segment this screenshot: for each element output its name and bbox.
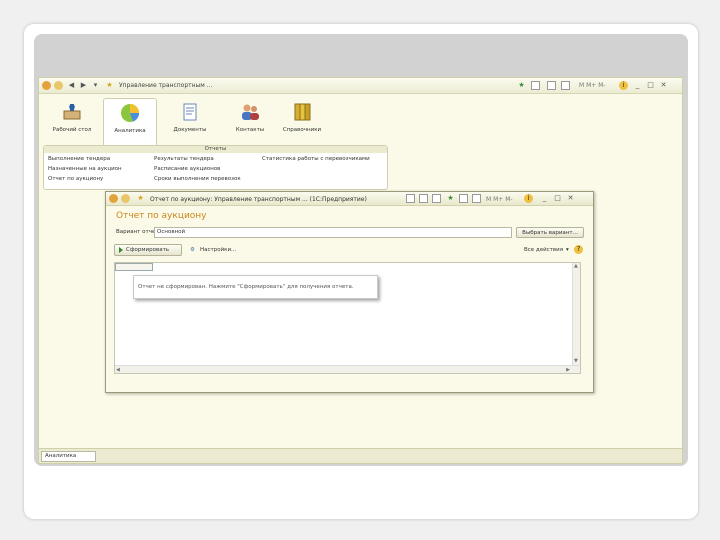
reports-panel-title: Отчеты <box>44 146 387 153</box>
report-heading: Отчет по аукциону <box>116 211 207 221</box>
report-link[interactable]: Выполнение тендера <box>48 156 110 162</box>
settings-button[interactable]: Настройки... <box>200 247 236 253</box>
info-icon[interactable]: i <box>619 81 628 90</box>
report-link[interactable]: Результаты тендера <box>154 156 214 162</box>
all-actions-button[interactable]: Все действия <box>524 247 563 253</box>
desktop-icon <box>63 104 81 120</box>
report-window-title: Отчет по аукциону: Управление транспортн… <box>150 196 367 203</box>
report-link[interactable]: Назначенные на аукцион <box>48 166 122 172</box>
window-link-icon[interactable] <box>432 194 441 203</box>
app-title: Управление транспортным ... <box>119 82 213 89</box>
logo-icon <box>42 81 51 90</box>
window-print-icon[interactable] <box>419 194 428 203</box>
dropdown-arrow-icon[interactable]: ▾ <box>91 81 100 90</box>
chevron-down-icon[interactable]: ▾ <box>566 247 569 253</box>
section-documents[interactable]: Документы <box>163 98 217 150</box>
memory-buttons[interactable]: M M+ M- <box>579 82 606 89</box>
settings-icon: ⚙ <box>190 247 195 253</box>
report-window-titlebar: ★ Отчет по аукциону: Управление транспор… <box>106 192 593 206</box>
reference-books-icon <box>294 103 311 121</box>
horizontal-scrollbar[interactable]: ◀ ▶ <box>115 365 580 373</box>
section-analytics[interactable]: Аналитика <box>103 98 157 150</box>
window-star-icon[interactable]: ★ <box>136 194 145 203</box>
section-reference-books[interactable]: Справочники <box>275 98 329 150</box>
back-arrow-icon[interactable]: ◀ <box>67 81 76 90</box>
report-link[interactable]: Отчет по аукциону <box>48 176 103 182</box>
report-window: ★ Отчет по аукциону: Управление транспор… <box>105 191 594 393</box>
app-titlebar: ◀ ▶ ▾ ★ Управление транспортным ... ★ M … <box>39 78 682 94</box>
scroll-right-icon[interactable]: ▶ <box>566 367 570 373</box>
window-minimize-icon[interactable]: _ <box>540 194 549 203</box>
section-desktop[interactable]: Рабочий стол <box>45 98 99 150</box>
window-memory-buttons[interactable]: M M+ M- <box>486 196 513 203</box>
analytics-icon <box>121 104 140 122</box>
window-calc-icon[interactable] <box>472 194 481 203</box>
calc-icon[interactable] <box>561 81 570 90</box>
window-menu-icon[interactable] <box>121 194 130 203</box>
window-favorites-icon[interactable]: ★ <box>446 194 455 203</box>
app-window: ◀ ▶ ▾ ★ Управление транспортным ... ★ M … <box>38 77 683 464</box>
choose-variant-button[interactable]: Выбрать вариант... <box>516 227 584 238</box>
window-info-icon[interactable]: i <box>524 194 533 203</box>
documents-icon <box>183 103 197 121</box>
minimize-icon[interactable]: _ <box>633 81 642 90</box>
slide: ◀ ▶ ▾ ★ Управление транспортным ... ★ M … <box>24 24 698 519</box>
menu-icon[interactable] <box>54 81 63 90</box>
status-bar: Аналитика <box>39 448 682 463</box>
save-icon[interactable] <box>531 81 540 90</box>
vertical-scrollbar[interactable]: ▲ ▼ <box>572 263 580 373</box>
generate-button[interactable]: Сформировать <box>114 244 182 256</box>
favorites-star-icon[interactable]: ★ <box>105 81 114 90</box>
play-icon <box>119 246 123 253</box>
report-link[interactable]: Расписание аукционов <box>154 166 220 172</box>
report-link[interactable]: Сроки выполнения перевозок <box>154 176 241 182</box>
history-icon[interactable] <box>547 81 556 90</box>
window-close-icon[interactable]: ✕ <box>566 194 575 203</box>
screenshot-frame: ◀ ▶ ▾ ★ Управление транспортным ... ★ M … <box>34 34 688 466</box>
report-result-area[interactable]: Отчет не сформирован. Нажмите "Сформиров… <box>114 262 581 374</box>
contacts-icon <box>242 104 259 120</box>
reports-panel: Отчеты Выполнение тендера Назначенные на… <box>43 145 388 190</box>
forward-arrow-icon[interactable]: ▶ <box>79 81 88 90</box>
window-maximize-icon[interactable]: □ <box>553 194 562 203</box>
selected-cell[interactable] <box>115 263 153 271</box>
close-icon[interactable]: ✕ <box>659 81 668 90</box>
section-contacts[interactable]: Контакты <box>223 98 277 150</box>
scroll-up-icon[interactable]: ▲ <box>574 263 578 269</box>
open-window-tab[interactable]: Аналитика <box>41 451 96 462</box>
help-icon[interactable]: ? <box>574 245 583 254</box>
maximize-icon[interactable]: □ <box>646 81 655 90</box>
window-save-icon[interactable] <box>406 194 415 203</box>
report-not-generated-hint: Отчет не сформирован. Нажмите "Сформиров… <box>133 275 378 299</box>
scroll-left-icon[interactable]: ◀ <box>116 367 120 373</box>
favorites-add-icon[interactable]: ★ <box>517 81 526 90</box>
report-link[interactable]: Статистика работы с перевозчиками <box>262 156 370 162</box>
scroll-down-icon[interactable]: ▼ <box>574 358 578 364</box>
window-logo-icon <box>109 194 118 203</box>
variant-field[interactable]: Основной <box>154 227 512 238</box>
window-history-icon[interactable] <box>459 194 468 203</box>
